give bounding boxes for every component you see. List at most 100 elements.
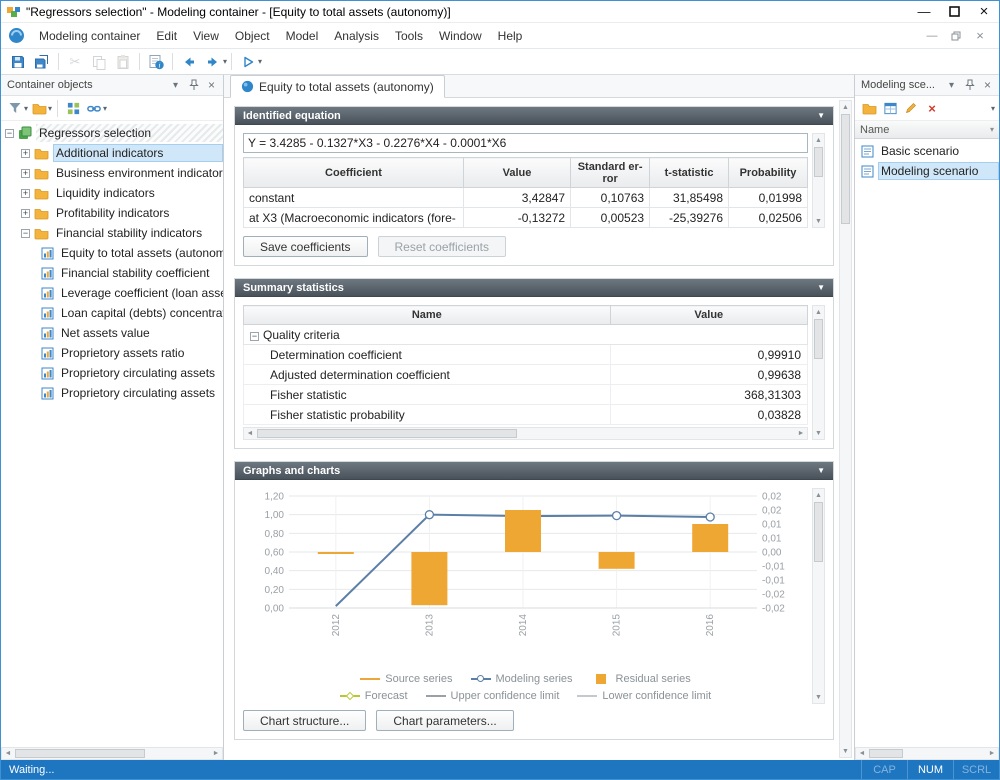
- collapse-box-icon[interactable]: −: [250, 332, 259, 341]
- forward-button[interactable]: [201, 51, 225, 73]
- coef-column-header[interactable]: Value: [463, 158, 570, 188]
- menu-view[interactable]: View: [185, 25, 227, 47]
- mdi-close-icon[interactable]: ×: [971, 28, 989, 44]
- summary-column-header[interactable]: Value: [610, 306, 807, 325]
- identified-equation-header[interactable]: Identified equation ▼: [235, 107, 833, 125]
- scroll-track[interactable]: [256, 428, 795, 439]
- collapse-box-icon[interactable]: −: [5, 129, 14, 138]
- tree-root-item[interactable]: −Regressors selection: [1, 123, 223, 143]
- chart-vscrollbar[interactable]: ▲ ▼: [812, 488, 825, 704]
- tree-folder-item[interactable]: +Additional indicators: [1, 143, 223, 163]
- tree-model-item[interactable]: Proprietory circulating assets: [1, 383, 223, 403]
- title-bar[interactable]: "Regressors selection" - Modeling contai…: [1, 1, 999, 23]
- scroll-down-icon[interactable]: ▼: [813, 691, 824, 703]
- maximize-button[interactable]: [939, 1, 969, 22]
- collapse-arrow-icon[interactable]: ▼: [817, 111, 825, 120]
- coef-column-header[interactable]: t-statistic: [650, 158, 729, 188]
- legend-item[interactable]: Lower confidence limit: [577, 690, 711, 702]
- expand-box-icon[interactable]: +: [21, 149, 30, 158]
- scroll-up-icon[interactable]: ▲: [813, 134, 824, 146]
- scroll-left-icon[interactable]: ◄: [2, 748, 14, 759]
- tree-folder-item[interactable]: +Profitability indicators: [1, 203, 223, 223]
- toolbar-overflow-icon[interactable]: ▾: [991, 104, 995, 113]
- scroll-track[interactable]: [868, 748, 986, 759]
- residual-bar[interactable]: [599, 552, 635, 569]
- close-panel-icon[interactable]: ×: [980, 78, 995, 93]
- view-mode-button[interactable]: [63, 97, 83, 119]
- legend-item[interactable]: Forecast: [340, 690, 408, 702]
- save-coefficients-button[interactable]: Save coefficients: [243, 236, 368, 257]
- tree-model-item[interactable]: Leverage coefficient (loan assets): [1, 283, 223, 303]
- summary-hscrollbar[interactable]: ◄ ►: [243, 427, 808, 440]
- expand-box-icon[interactable]: +: [21, 209, 30, 218]
- residual-bar[interactable]: [318, 552, 354, 554]
- scenario-item[interactable]: Modeling scenario: [855, 161, 999, 181]
- menu-modeling-container[interactable]: Modeling container: [31, 25, 148, 47]
- collapse-box-icon[interactable]: −: [21, 229, 30, 238]
- line-marker[interactable]: [425, 511, 433, 519]
- scroll-track[interactable]: [813, 318, 824, 427]
- tree-folder-item[interactable]: −Financial stability indicators: [1, 223, 223, 243]
- filter-button[interactable]: [5, 97, 25, 119]
- minimize-button[interactable]: —: [909, 1, 939, 22]
- tree-model-item[interactable]: Proprietory assets ratio: [1, 343, 223, 363]
- tree-folder-item[interactable]: +Business environment indicators: [1, 163, 223, 183]
- run-dropdown-icon[interactable]: ▾: [258, 57, 262, 66]
- scroll-up-icon[interactable]: ▲: [813, 489, 824, 501]
- back-button[interactable]: [177, 51, 201, 73]
- menu-help[interactable]: Help: [490, 25, 531, 47]
- left-panel-hscrollbar[interactable]: ◄ ►: [1, 747, 223, 760]
- scroll-thumb[interactable]: [814, 319, 823, 359]
- scroll-thumb[interactable]: [257, 429, 517, 438]
- new-scenario-button[interactable]: [880, 97, 900, 119]
- run-calculation-button[interactable]: [236, 51, 260, 73]
- coef-table-row[interactable]: at X3 (Macroeconomic indicators (fore--0…: [244, 208, 808, 228]
- menu-edit[interactable]: Edit: [148, 25, 185, 47]
- menu-window[interactable]: Window: [431, 25, 490, 47]
- scroll-thumb[interactable]: [841, 114, 850, 224]
- tree-model-item[interactable]: Financial stability coefficient: [1, 263, 223, 283]
- scroll-left-icon[interactable]: ◄: [856, 748, 868, 759]
- scenario-item[interactable]: Basic scenario: [855, 141, 999, 161]
- cut-button[interactable]: ✂: [63, 51, 87, 73]
- scroll-down-icon[interactable]: ▼: [813, 215, 824, 227]
- scroll-track[interactable]: [14, 748, 210, 759]
- tab-equity-to-total-assets[interactable]: Equity to total assets (autonomy): [230, 75, 445, 98]
- scroll-left-icon[interactable]: ◄: [244, 428, 256, 439]
- right-panel-header[interactable]: Modeling sce... ▾ ×: [855, 75, 999, 96]
- copy-button[interactable]: [87, 51, 111, 73]
- scroll-thumb[interactable]: [814, 147, 823, 177]
- equation-field[interactable]: Y = 3.4285 - 0.1327*X3 - 0.2276*X4 - 0.0…: [243, 133, 808, 153]
- save-all-button[interactable]: [30, 51, 54, 73]
- container-logo-icon[interactable]: [5, 25, 27, 47]
- scenario-column-header[interactable]: Name ▾: [855, 121, 999, 139]
- residual-bar[interactable]: [411, 552, 447, 605]
- residual-bar[interactable]: [692, 524, 728, 552]
- scroll-right-icon[interactable]: ►: [795, 428, 807, 439]
- scroll-track[interactable]: [813, 146, 824, 215]
- residual-bar[interactable]: [505, 510, 541, 552]
- pin-icon[interactable]: [962, 78, 977, 93]
- save-button[interactable]: [6, 51, 30, 73]
- scroll-thumb[interactable]: [869, 749, 903, 758]
- filter-dropdown-icon[interactable]: ▾: [24, 104, 28, 113]
- pin-icon[interactable]: [186, 78, 201, 93]
- edit-scenario-button[interactable]: [901, 97, 921, 119]
- panel-menu-icon[interactable]: ▾: [168, 78, 183, 93]
- line-marker[interactable]: [706, 513, 714, 521]
- summary-vscrollbar[interactable]: ▲ ▼: [812, 305, 825, 440]
- line-marker[interactable]: [613, 512, 621, 520]
- chart-parameters-button[interactable]: Chart parameters...: [376, 710, 513, 731]
- tree-model-item[interactable]: Proprietory circulating assets: [1, 363, 223, 383]
- summary-statistics-header[interactable]: Summary statistics ▼: [235, 279, 833, 297]
- legend-item[interactable]: Source series: [360, 673, 452, 685]
- right-panel-hscrollbar[interactable]: ◄ ►: [855, 747, 999, 760]
- close-panel-icon[interactable]: ×: [204, 78, 219, 93]
- mdi-minimize-icon[interactable]: —: [923, 28, 941, 44]
- expand-box-icon[interactable]: +: [21, 189, 30, 198]
- tree-model-item[interactable]: Net assets value: [1, 323, 223, 343]
- scroll-track[interactable]: [840, 113, 851, 745]
- menu-tools[interactable]: Tools: [387, 25, 431, 47]
- summary-row[interactable]: Fisher statistic probability0,03828: [244, 405, 808, 425]
- scroll-up-icon[interactable]: ▲: [840, 101, 851, 113]
